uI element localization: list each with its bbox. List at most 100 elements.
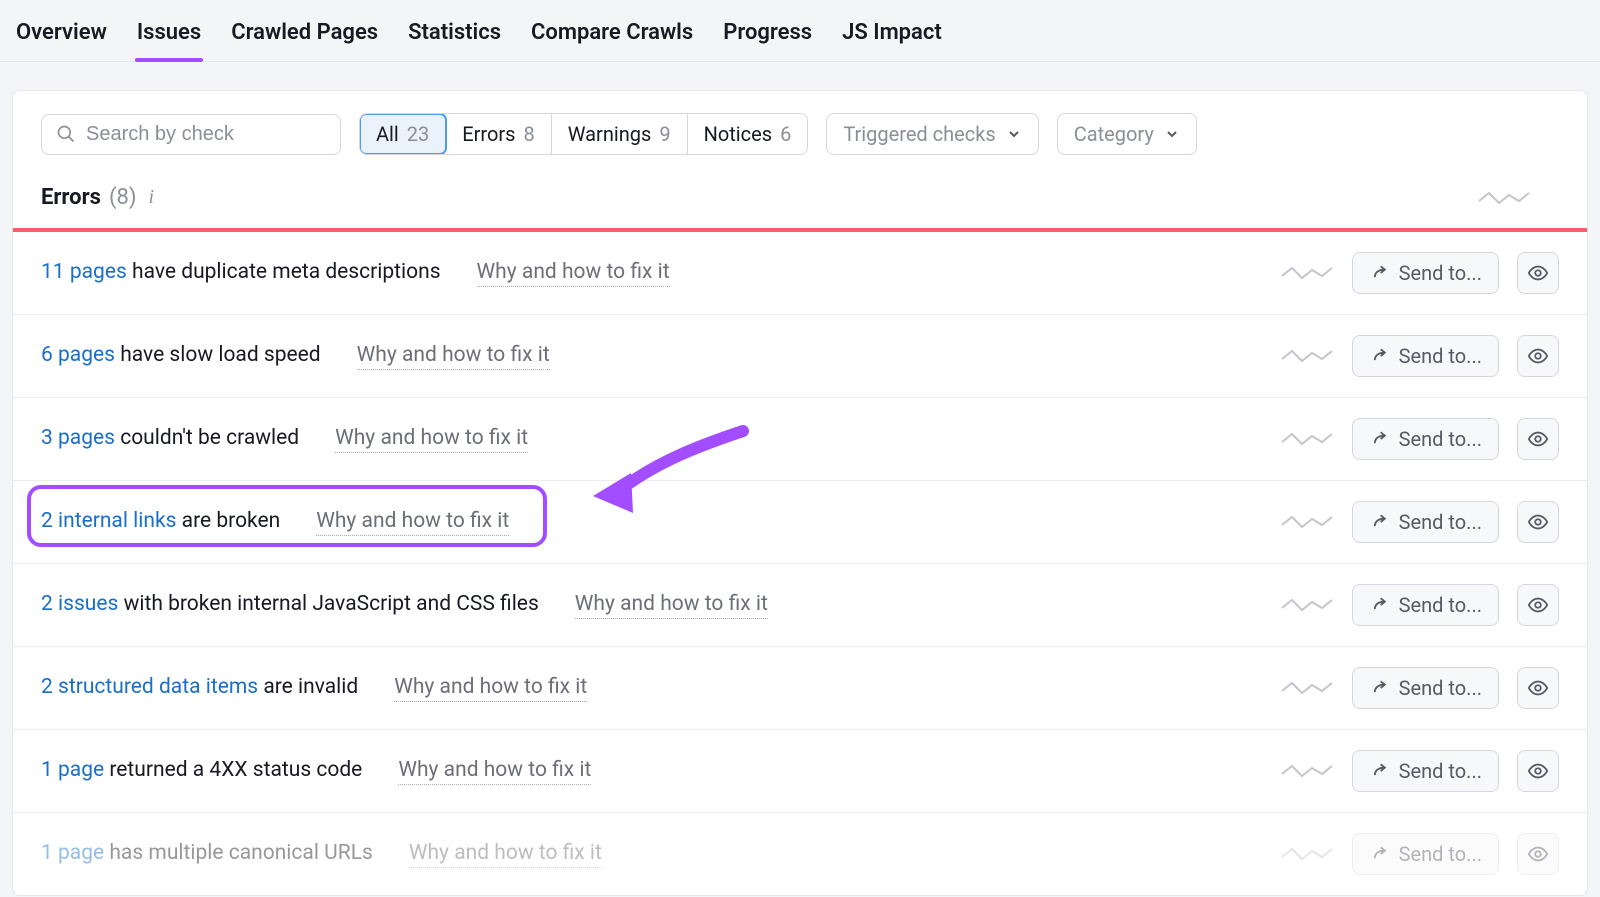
share-icon xyxy=(1369,844,1389,864)
filter-warnings[interactable]: Warnings 9 xyxy=(552,114,688,154)
tab-compare-crawls[interactable]: Compare Crawls xyxy=(529,12,695,61)
issue-link[interactable]: 11 pages xyxy=(41,260,127,284)
filter-warnings-count: 9 xyxy=(659,122,670,146)
issue-desc: are broken xyxy=(176,509,280,533)
issue-link[interactable]: 1 page xyxy=(41,841,104,865)
chevron-down-icon xyxy=(1164,126,1180,142)
filter-notices[interactable]: Notices 6 xyxy=(688,114,808,154)
send-to-label: Send to... xyxy=(1399,593,1482,617)
issue-row: 2 structured data items are invalid Why … xyxy=(13,647,1587,730)
fix-link[interactable]: Why and how to fix it xyxy=(316,509,509,536)
send-to-label: Send to... xyxy=(1399,842,1482,866)
fix-link[interactable]: Why and how to fix it xyxy=(575,592,768,619)
issue-desc: are invalid xyxy=(258,675,358,699)
search-input-wrapper[interactable] xyxy=(41,114,341,155)
errors-section-header: Errors (8) i xyxy=(13,173,1587,228)
sparkline-icon xyxy=(1280,262,1334,284)
issue-row: 2 issues with broken internal JavaScript… xyxy=(13,564,1587,647)
eye-icon xyxy=(1527,428,1549,450)
issue-text: 3 pages couldn't be crawled Why and how … xyxy=(41,426,528,453)
filter-errors-label: Errors xyxy=(462,122,515,146)
view-button[interactable] xyxy=(1517,335,1559,377)
send-to-button[interactable]: Send to... xyxy=(1352,252,1499,294)
filter-pills: All 23 Errors 8 Warnings 9 Notices 6 xyxy=(359,113,808,155)
fix-link[interactable]: Why and how to fix it xyxy=(335,426,528,453)
info-icon[interactable]: i xyxy=(149,186,155,209)
send-to-label: Send to... xyxy=(1399,344,1482,368)
filter-errors[interactable]: Errors 8 xyxy=(446,114,551,154)
tab-js-impact[interactable]: JS Impact xyxy=(840,12,944,61)
share-icon xyxy=(1369,263,1389,283)
sparkline-icon xyxy=(1280,345,1334,367)
view-button[interactable] xyxy=(1517,252,1559,294)
dropdown-category-label: Category xyxy=(1074,122,1154,146)
issue-link[interactable]: 1 page xyxy=(41,758,104,782)
tab-overview[interactable]: Overview xyxy=(14,12,109,61)
issue-desc: have slow load speed xyxy=(115,343,321,367)
issue-desc: couldn't be crawled xyxy=(115,426,299,450)
view-button[interactable] xyxy=(1517,501,1559,543)
eye-icon xyxy=(1527,843,1549,865)
issues-list: 11 pages have duplicate meta description… xyxy=(13,232,1587,895)
section-title: Errors xyxy=(41,185,101,210)
sparkline-icon xyxy=(1477,187,1531,209)
search-input[interactable] xyxy=(86,123,326,146)
fix-link[interactable]: Why and how to fix it xyxy=(409,841,602,868)
chevron-down-icon xyxy=(1006,126,1022,142)
send-to-button[interactable]: Send to... xyxy=(1352,501,1499,543)
eye-icon xyxy=(1527,262,1549,284)
tab-progress[interactable]: Progress xyxy=(721,12,814,61)
send-to-label: Send to... xyxy=(1399,759,1482,783)
view-button[interactable] xyxy=(1517,584,1559,626)
send-to-button[interactable]: Send to... xyxy=(1352,667,1499,709)
fix-link[interactable]: Why and how to fix it xyxy=(394,675,587,702)
filter-notices-label: Notices xyxy=(704,122,772,146)
send-to-button[interactable]: Send to... xyxy=(1352,584,1499,626)
share-icon xyxy=(1369,678,1389,698)
view-button[interactable] xyxy=(1517,667,1559,709)
issue-text: 2 issues with broken internal JavaScript… xyxy=(41,592,768,619)
filter-notices-count: 6 xyxy=(780,122,791,146)
tab-issues[interactable]: Issues xyxy=(135,12,203,61)
fix-link[interactable]: Why and how to fix it xyxy=(398,758,591,785)
sparkline-icon xyxy=(1280,843,1334,865)
issue-row: 1 page returned a 4XX status code Why an… xyxy=(13,730,1587,813)
dropdown-triggered-label: Triggered checks xyxy=(843,122,995,146)
send-to-label: Send to... xyxy=(1399,676,1482,700)
view-button[interactable] xyxy=(1517,750,1559,792)
issue-row: 11 pages have duplicate meta description… xyxy=(13,232,1587,315)
issue-text: 11 pages have duplicate meta description… xyxy=(41,260,670,287)
issue-text: 1 page has multiple canonical URLs Why a… xyxy=(41,841,602,868)
issue-row: 2 internal links are broken Why and how … xyxy=(13,481,1587,564)
eye-icon xyxy=(1527,594,1549,616)
fix-link[interactable]: Why and how to fix it xyxy=(357,343,550,370)
category-dropdown[interactable]: Category xyxy=(1057,113,1197,155)
issue-text: 6 pages have slow load speed Why and how… xyxy=(41,343,550,370)
issues-panel: All 23 Errors 8 Warnings 9 Notices 6 Tri… xyxy=(12,90,1588,896)
send-to-button[interactable]: Send to... xyxy=(1352,750,1499,792)
share-icon xyxy=(1369,512,1389,532)
send-to-button[interactable]: Send to... xyxy=(1352,833,1499,875)
eye-icon xyxy=(1527,677,1549,699)
send-to-button[interactable]: Send to... xyxy=(1352,335,1499,377)
filter-all-label: All xyxy=(376,122,399,146)
issue-link[interactable]: 6 pages xyxy=(41,343,115,367)
tab-statistics[interactable]: Statistics xyxy=(406,12,503,61)
share-icon xyxy=(1369,761,1389,781)
view-button[interactable] xyxy=(1517,418,1559,460)
issue-link[interactable]: 2 issues xyxy=(41,592,118,616)
issue-link[interactable]: 3 pages xyxy=(41,426,115,450)
issue-link[interactable]: 2 structured data items xyxy=(41,675,258,699)
issue-row: 6 pages have slow load speed Why and how… xyxy=(13,315,1587,398)
send-to-label: Send to... xyxy=(1399,261,1482,285)
sparkline-icon xyxy=(1280,760,1334,782)
view-button[interactable] xyxy=(1517,833,1559,875)
tab-crawled-pages[interactable]: Crawled Pages xyxy=(229,12,380,61)
issue-link[interactable]: 2 internal links xyxy=(41,509,176,533)
send-to-button[interactable]: Send to... xyxy=(1352,418,1499,460)
filter-all[interactable]: All 23 xyxy=(360,114,446,154)
share-icon xyxy=(1369,429,1389,449)
search-icon xyxy=(56,124,76,144)
fix-link[interactable]: Why and how to fix it xyxy=(477,260,670,287)
triggered-checks-dropdown[interactable]: Triggered checks xyxy=(826,113,1038,155)
